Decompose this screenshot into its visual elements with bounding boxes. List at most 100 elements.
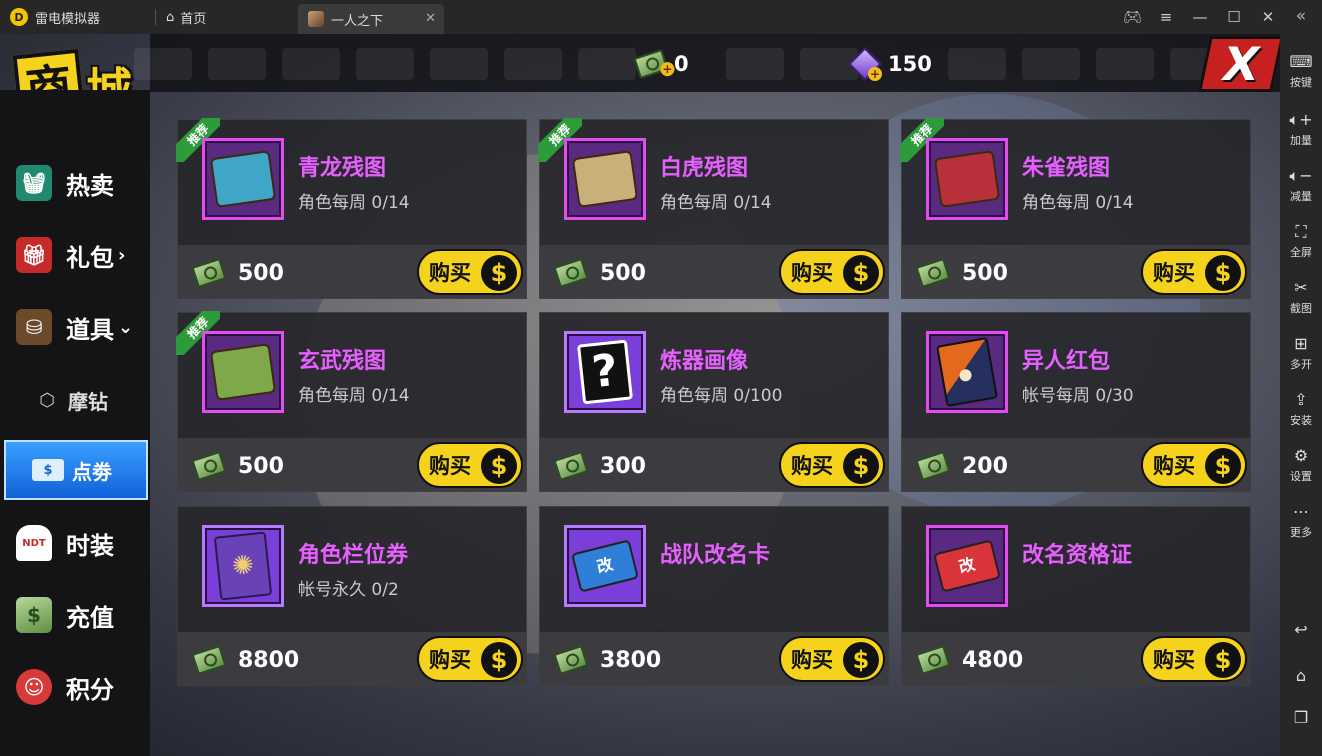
menu-sub-mozuan[interactable]: ⬡ 摩钻: [0, 370, 150, 430]
sidebar-volume-up-button[interactable]: 🔈︎+ 加量: [1280, 110, 1322, 148]
buy-button[interactable]: 购买 $: [779, 636, 885, 682]
gamepad-icon[interactable]: 🎮︎: [1123, 8, 1142, 26]
cash-icon: [915, 257, 951, 289]
volume-down-icon: 🔈︎−: [1289, 166, 1313, 185]
sidebar-more-button[interactable]: ⋯ 更多: [1280, 502, 1322, 540]
item-limit: 角色每周 0/14: [298, 386, 410, 406]
map-fragment-icon: [209, 150, 277, 208]
item-name: 白虎残图: [660, 156, 749, 181]
menu-item-label: 充值: [66, 603, 114, 632]
map-fragment-icon: [209, 343, 277, 401]
app-branding: D 雷电模拟器: [10, 0, 100, 34]
android-home-icon[interactable]: ⌂: [1280, 666, 1322, 685]
item-icon: 改: [564, 525, 646, 607]
top-bar-slot: [504, 48, 562, 80]
tab-home[interactable]: ⌂ 首页: [166, 0, 206, 34]
buy-button[interactable]: 购买 $: [1141, 636, 1247, 682]
sidebar-screenshot-label: 截图: [1290, 302, 1312, 315]
shop-item-card[interactable]: 推荐 青龙残图 角色每周 0/14 500 购买 $: [176, 118, 527, 299]
menu-item-points[interactable]: ☺ 积分: [0, 654, 150, 720]
buy-button[interactable]: 购买 $: [779, 442, 885, 488]
close-shop-button[interactable]: X: [1198, 36, 1280, 92]
more-icon: ⋯: [1293, 502, 1309, 521]
rename-card-icon: 改: [571, 539, 639, 593]
menu-item-props[interactable]: ⛁ 道具 ⌄: [0, 294, 150, 360]
item-price: 200: [962, 454, 1008, 479]
buy-button-label: 购买: [429, 454, 471, 478]
item-icon: [202, 331, 284, 413]
top-bar-slot: [1022, 48, 1080, 80]
gem-add-icon: +: [848, 47, 882, 81]
sidebar-fullscreen-button[interactable]: ⛶ 全屏: [1280, 222, 1322, 260]
basket-icon: 🧺︎: [16, 165, 52, 201]
gem-currency[interactable]: + 150: [848, 47, 932, 81]
install-icon: ⇪: [1294, 390, 1308, 409]
menu-item-gift[interactable]: 🎁︎ 礼包 ›: [0, 222, 150, 288]
gift-icon: 🎁︎: [16, 237, 52, 273]
multi-instance-icon: ⊞: [1294, 334, 1308, 353]
item-name: 角色栏位券: [298, 543, 409, 568]
emulator-window: D 雷电模拟器 ⌂ 首页 一人之下 ✕ 🎮︎ ≡ — ☐ ✕ « ⌨ 按键 🔈︎…: [0, 0, 1322, 756]
buy-button[interactable]: 购买 $: [1141, 442, 1247, 488]
red-envelope-icon: [936, 336, 998, 408]
sidebar-multi-instance-button[interactable]: ⊞ 多开: [1280, 334, 1322, 372]
sidebar-screenshot-button[interactable]: ✂ 截图: [1280, 278, 1322, 316]
maximize-icon[interactable]: ☐: [1225, 8, 1243, 26]
sidebar-keymap-label: 按键: [1290, 76, 1312, 89]
minimize-icon[interactable]: —: [1191, 8, 1209, 26]
buy-button[interactable]: 购买 $: [417, 636, 523, 682]
shop-item-card[interactable]: ✺ 角色栏位券 帐号永久 0/2 8800 购买 $: [177, 506, 527, 686]
item-name: 玄武残图: [298, 349, 387, 374]
buy-button[interactable]: 购买 $: [417, 442, 523, 488]
app-name-label: 雷电模拟器: [35, 11, 101, 27]
chevron-down-icon: ⌄: [118, 316, 134, 338]
top-bar-slot: [578, 48, 636, 80]
gem-amount: 150: [888, 52, 932, 76]
item-footer: 500 购买 $: [178, 438, 526, 491]
emulator-titlebar: D 雷电模拟器 ⌂ 首页 一人之下 ✕ 🎮︎ ≡ — ☐ ✕: [0, 0, 1322, 34]
keyboard-icon: ⌨: [1289, 52, 1313, 71]
menu-icon[interactable]: ≡: [1157, 8, 1175, 26]
menu-sub-dianquan[interactable]: $ 点劵: [4, 440, 148, 500]
cash-icon: [553, 644, 589, 676]
barrel-icon: ⛁: [16, 309, 52, 345]
menu-item-recharge[interactable]: $ 充值: [0, 582, 150, 648]
shop-item-card[interactable]: ? 炼器画像 角色每周 0/100 300 购买 $: [539, 312, 889, 492]
shop-item-card[interactable]: 推荐 朱雀残图 角色每周 0/14 500 购买 $: [900, 118, 1251, 299]
close-window-icon[interactable]: ✕: [1259, 8, 1277, 26]
home-icon: ⌂: [166, 9, 175, 25]
sidebar-settings-button[interactable]: ⚙ 设置: [1280, 446, 1322, 484]
item-limit: 角色每周 0/14: [660, 193, 772, 213]
cash-currency[interactable]: + 0: [633, 48, 689, 80]
buy-button[interactable]: 购买 $: [1141, 249, 1247, 295]
buy-button[interactable]: 购买 $: [417, 249, 523, 295]
shop-item-card[interactable]: 推荐 玄武残图 角色每周 0/14 500 购买 $: [176, 311, 527, 492]
menu-item-hot[interactable]: 🧺︎ 热卖: [0, 150, 150, 216]
item-price: 3800: [600, 648, 662, 673]
dollar-coin-icon: $: [1205, 448, 1241, 484]
sidebar-install-button[interactable]: ⇪ 安装: [1280, 390, 1322, 428]
buy-button[interactable]: 购买 $: [779, 249, 885, 295]
item-icon: [926, 331, 1008, 413]
android-back-icon[interactable]: ↩: [1280, 620, 1322, 639]
item-icon: [202, 138, 284, 220]
shop-category-menu: 🧺︎ 热卖 🎁︎ 礼包 › ⛁ 道具 ⌄ ⬡ 摩钻 $ 点劵 NDT 时装 $ …: [0, 90, 150, 756]
item-name: 战队改名卡: [660, 543, 771, 568]
android-recents-icon[interactable]: ❐: [1280, 708, 1322, 727]
item-price: 500: [962, 261, 1008, 286]
shop-item-card[interactable]: 异人红包 帐号每周 0/30 200 购买 $: [901, 312, 1251, 492]
buy-button-label: 购买: [429, 648, 471, 672]
gear-icon: ⚙: [1293, 446, 1309, 465]
shop-item-card[interactable]: 改 战队改名卡 3800 购买 $: [539, 506, 889, 686]
menu-item-fashion[interactable]: NDT 时装: [0, 510, 150, 576]
item-price: 4800: [962, 648, 1024, 673]
sidebar-keymap-button[interactable]: ⌨ 按键: [1280, 52, 1322, 90]
sidebar-volume-down-button[interactable]: 🔈︎− 减量: [1280, 166, 1322, 204]
item-name: 改名资格证: [1022, 543, 1133, 568]
tab-game[interactable]: 一人之下 ✕: [298, 4, 444, 34]
collapse-sidebar-icon[interactable]: «: [1280, 6, 1322, 26]
shop-item-card[interactable]: 推荐 白虎残图 角色每周 0/14 500 购买 $: [538, 118, 889, 299]
question-mark-icon: ?: [577, 339, 633, 405]
tab-close-icon[interactable]: ✕: [425, 11, 436, 26]
shop-item-card[interactable]: 改 改名资格证 4800 购买 $: [901, 506, 1251, 686]
